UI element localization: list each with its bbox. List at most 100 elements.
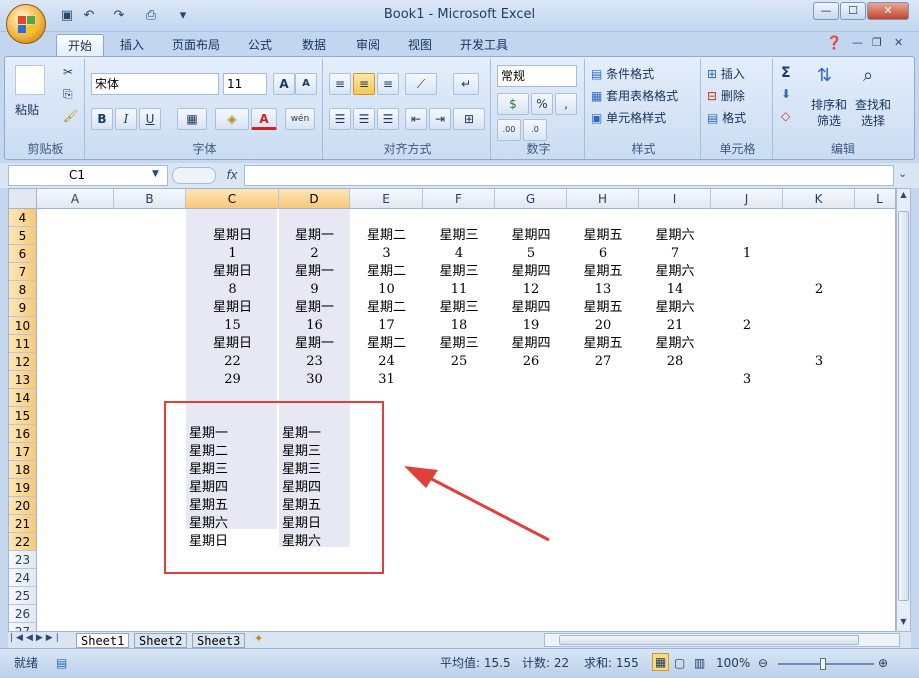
increase-indent-button[interactable]: ⇥ (429, 108, 451, 130)
formula-input[interactable] (244, 165, 894, 186)
align-right-button[interactable]: ☰ (377, 108, 399, 130)
row-header-13[interactable]: 13 (9, 371, 37, 389)
font-name-select[interactable]: 宋体 (91, 73, 219, 95)
expand-formula-icon[interactable]: ⌄ (898, 167, 907, 180)
border-button[interactable]: ▦ (177, 108, 207, 130)
clear-icon[interactable]: ◇ (781, 109, 790, 123)
cell-i10[interactable]: 21 (639, 317, 711, 335)
cell-d10[interactable]: 16 (279, 317, 350, 335)
insert-sheet-icon[interactable]: ✦ (254, 632, 263, 645)
cell-e5[interactable]: 星期二 (350, 227, 423, 245)
cell-f10[interactable]: 18 (423, 317, 495, 335)
column-header-f[interactable]: F (423, 189, 495, 209)
tab-data[interactable]: 数据 (294, 34, 334, 56)
cell-f7[interactable]: 星期三 (423, 263, 495, 281)
name-box-dropdown-icon[interactable]: ▼ (152, 169, 159, 179)
cell-g11[interactable]: 星期四 (495, 335, 567, 353)
cell-c7[interactable]: 星期日 (186, 263, 279, 281)
column-header-a[interactable]: A (37, 189, 114, 209)
shrink-font-button[interactable]: A (295, 73, 317, 95)
decrease-indent-button[interactable]: ⇤ (405, 108, 427, 130)
close-button[interactable]: ✕ (867, 2, 909, 20)
scroll-up-icon[interactable]: ▲ (898, 190, 909, 202)
row-header-4[interactable]: 4 (9, 209, 37, 227)
row-header-20[interactable]: 20 (9, 497, 37, 515)
page-break-view-icon[interactable]: ▥ (694, 653, 705, 673)
cell-h7[interactable]: 星期五 (567, 263, 639, 281)
row-header-8[interactable]: 8 (9, 281, 37, 299)
cut-icon[interactable]: ✂ (63, 65, 73, 79)
minimize-button[interactable]: — (813, 2, 839, 20)
cell-i6[interactable]: 7 (639, 245, 711, 263)
orientation-button[interactable]: ⟋ (405, 73, 437, 95)
row-header-5[interactable]: 5 (9, 227, 37, 245)
row-header-17[interactable]: 17 (9, 443, 37, 461)
cell-h6[interactable]: 6 (567, 245, 639, 263)
increase-decimal-button[interactable]: .00 (497, 119, 521, 141)
row-header-15[interactable]: 15 (9, 407, 37, 425)
page-layout-view-icon[interactable]: ▢ (674, 653, 685, 673)
phonetic-button[interactable]: wén (285, 108, 315, 130)
cell-g10[interactable]: 19 (495, 317, 567, 335)
cell-i9[interactable]: 星期六 (639, 299, 711, 317)
cell-i11[interactable]: 星期六 (639, 335, 711, 353)
cell-e12[interactable]: 24 (350, 353, 423, 371)
cell-g9[interactable]: 星期四 (495, 299, 567, 317)
delete-cells-button[interactable]: ⊟ 删除 (707, 87, 745, 104)
cell-i8[interactable]: 14 (639, 281, 711, 299)
row-header-14[interactable]: 14 (9, 389, 37, 407)
cell-f6[interactable]: 4 (423, 245, 495, 263)
cell-k12[interactable]: 3 (783, 353, 855, 371)
align-left-button[interactable]: ☰ (329, 108, 351, 130)
bottom-align-button[interactable]: ≡ (377, 73, 399, 95)
ribbon-restore-icon[interactable]: ❐ (872, 36, 882, 49)
column-header-g[interactable]: G (495, 189, 567, 209)
cell-d11[interactable]: 星期一 (279, 335, 350, 353)
autosum-icon[interactable]: Σ (781, 65, 791, 81)
cell-g8[interactable]: 12 (495, 281, 567, 299)
top-align-button[interactable]: ≡ (329, 73, 351, 95)
row-header-25[interactable]: 25 (9, 587, 37, 605)
normal-view-icon[interactable]: ▦ (652, 653, 670, 671)
wrap-text-button[interactable]: ↵ (453, 73, 479, 95)
tab-developer[interactable]: 开发工具 (452, 34, 516, 56)
cell-e13[interactable]: 31 (350, 371, 423, 389)
cell-k8[interactable]: 2 (783, 281, 855, 299)
insert-cells-button[interactable]: ⊞ 插入 (707, 65, 745, 82)
row-header-6[interactable]: 6 (9, 245, 37, 263)
cell-j6[interactable]: 1 (711, 245, 783, 263)
cell-d12[interactable]: 23 (279, 353, 350, 371)
cell-c12[interactable]: 22 (186, 353, 279, 371)
cell-e8[interactable]: 10 (350, 281, 423, 299)
row-header-18[interactable]: 18 (9, 461, 37, 479)
row-header-19[interactable]: 19 (9, 479, 37, 497)
horizontal-scrollbar[interactable] (544, 633, 900, 647)
cell-g7[interactable]: 星期四 (495, 263, 567, 281)
cell-i7[interactable]: 星期六 (639, 263, 711, 281)
currency-button[interactable]: $ (497, 93, 529, 115)
tab-formulas[interactable]: 公式 (240, 34, 280, 56)
row-header-7[interactable]: 7 (9, 263, 37, 281)
format-cells-button[interactable]: ▤ 格式 (707, 109, 746, 126)
vertical-scrollbar[interactable]: ▲ ▼ (896, 188, 911, 632)
save-icon[interactable]: ▣ (58, 7, 76, 25)
cell-e11[interactable]: 星期二 (350, 335, 423, 353)
cell-c5[interactable]: 星期日 (186, 227, 279, 245)
sort-filter-button[interactable]: 排序和 筛选 (811, 97, 847, 129)
row-header-11[interactable]: 11 (9, 335, 37, 353)
cell-d6[interactable]: 2 (279, 245, 350, 263)
column-header-d[interactable]: D (279, 189, 350, 209)
cell-g6[interactable]: 5 (495, 245, 567, 263)
column-header-h[interactable]: H (567, 189, 639, 209)
cell-j13[interactable]: 3 (711, 371, 783, 389)
conditional-format-button[interactable]: ▤ 条件格式 (591, 65, 654, 82)
column-header-k[interactable]: K (783, 189, 855, 209)
tab-review[interactable]: 审阅 (348, 34, 388, 56)
column-header-e[interactable]: E (350, 189, 423, 209)
cell-c11[interactable]: 星期日 (186, 335, 279, 353)
cell-c8[interactable]: 8 (186, 281, 279, 299)
ribbon-close-icon[interactable]: ✕ (894, 36, 903, 49)
font-size-select[interactable]: 11 (223, 73, 267, 95)
cell-h5[interactable]: 星期五 (567, 227, 639, 245)
cell-h8[interactable]: 13 (567, 281, 639, 299)
